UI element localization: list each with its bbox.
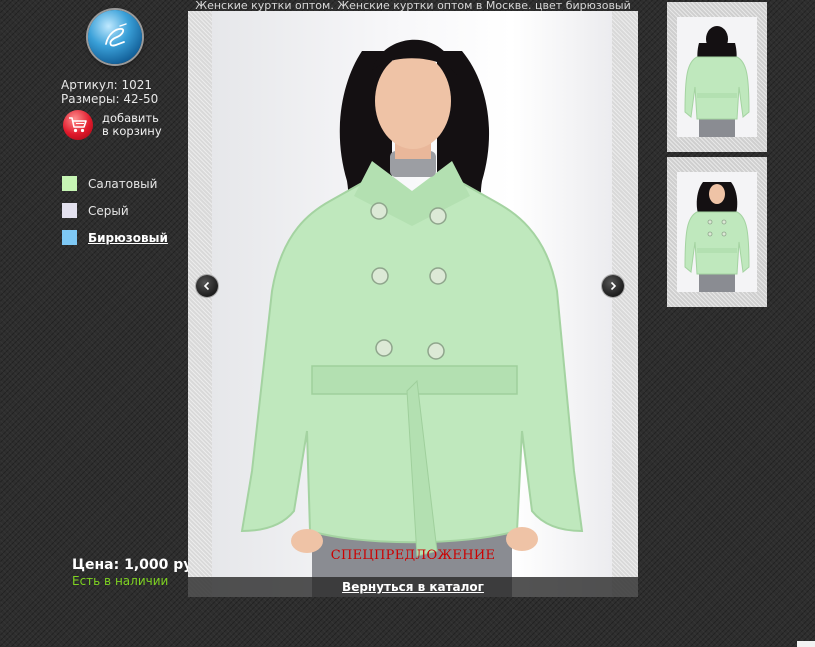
chevron-left-icon [203,281,210,291]
article-number: Артикул: 1021 [61,78,153,92]
signature-logo-icon [105,23,127,47]
add-to-cart-label: добавить в корзину [102,112,162,138]
back-to-catalog-link[interactable]: Вернуться в каталог [342,580,484,594]
color-swatch [62,176,77,191]
color-option-sery[interactable]: Серый [62,197,168,224]
color-option-salatovy[interactable]: Салатовый [62,170,168,197]
page-title: Женские куртки оптом. Женские куртки опт… [195,0,631,11]
color-label: Салатовый [88,176,158,191]
image-viewer: СПЕЦПРЕДЛОЖЕНИЕ Вернуться в каталог [188,11,638,597]
add-to-cart-button[interactable]: добавить в корзину [63,110,162,140]
thumbnail-image [677,172,757,292]
previous-image-button[interactable] [196,275,218,297]
next-image-button[interactable] [602,275,624,297]
chevron-right-icon [610,281,617,291]
color-options: Салатовый Серый Бирюзовый [62,170,168,251]
corner-mark [797,641,815,647]
color-option-biryuzovy[interactable]: Бирюзовый [62,224,168,251]
color-label: Серый [88,203,129,218]
model-jacket-illustration [240,39,584,597]
color-label-selected: Бирюзовый [88,230,168,245]
shopping-cart-icon [63,110,93,140]
logo[interactable] [88,10,142,64]
thumbnail-back-view[interactable] [667,2,767,152]
product-info: Артикул: 1021 Размеры: 42-50 [61,78,158,106]
back-to-catalog-bar: Вернуться в каталог [188,577,638,597]
color-swatch [62,203,77,218]
stock-status: Есть в наличии [72,574,169,588]
sizes: Размеры: 42-50 [61,92,159,106]
product-photo [212,11,612,597]
thumbnail-image [677,17,757,137]
add-to-cart-line2: в корзину [102,124,162,138]
color-swatch [62,230,77,245]
thumbnail-front-view[interactable] [667,157,767,307]
special-offer-label: СПЕЦПРЕДЛОЖЕНИЕ [330,548,496,563]
